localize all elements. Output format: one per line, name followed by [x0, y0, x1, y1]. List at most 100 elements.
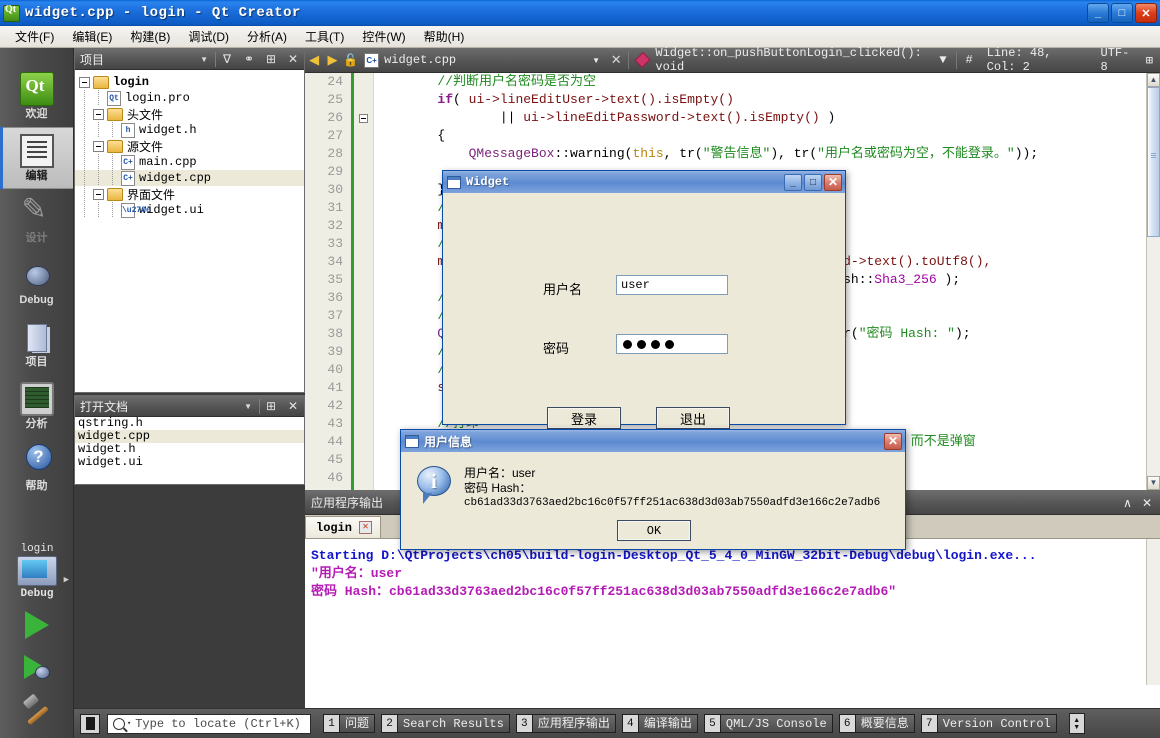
build-button[interactable] — [0, 688, 74, 730]
tree-item-headers[interactable]: 头文件 — [75, 106, 304, 123]
navigate-back-icon[interactable]: ◀ — [305, 52, 323, 68]
close-icon[interactable]: ✕ — [282, 52, 304, 66]
output-text[interactable]: Starting D:\QtProjects\ch05\build-login-… — [305, 539, 1160, 685]
kit-selector[interactable]: login ▶ Debug — [0, 543, 74, 604]
menu-file[interactable]: 文件(F) — [6, 26, 63, 47]
widget-dialog-titlebar[interactable]: Widget _ □ ✕ — [443, 171, 845, 193]
expander-icon[interactable] — [79, 76, 90, 88]
tree-item-sources[interactable]: 源文件 — [75, 138, 304, 155]
chevron-down-icon[interactable]: ▼ — [237, 402, 259, 411]
code-line[interactable]: { — [375, 127, 1146, 145]
output-button-search-results[interactable]: 2 Search Results — [381, 714, 510, 733]
mode-analyze[interactable]: 分析 — [0, 375, 73, 437]
close-button[interactable]: ✕ — [824, 173, 842, 191]
tree-item-login[interactable]: login — [75, 74, 304, 90]
close-icon[interactable]: ✕ — [282, 399, 304, 413]
menu-edit[interactable]: 编辑(E) — [63, 26, 121, 47]
output-tab-login[interactable]: login ✕ — [305, 516, 382, 538]
menu-analyze[interactable]: 分析(A) — [238, 26, 296, 47]
list-item[interactable]: widget.ui — [75, 456, 304, 469]
tree-item-main-cpp[interactable]: C+ main.cpp — [75, 154, 304, 170]
code-line[interactable]: if( ui->lineEditUser->text().isEmpty() — [375, 91, 1146, 109]
minimize-button[interactable]: _ — [1087, 3, 1109, 23]
symbol-chevron-down-icon[interactable]: ▼ — [932, 53, 953, 67]
project-tree[interactable]: login Qt login.pro 头文件 h widget.h 源文件 C+… — [75, 70, 304, 392]
tree-item-widget-cpp[interactable]: C+ widget.cpp — [75, 170, 304, 186]
editor-close-icon[interactable]: ✕ — [606, 52, 626, 68]
open-documents-list[interactable]: qstring.h widget.cpp widget.h widget.ui — [75, 417, 304, 484]
output-button-application-output[interactable]: 3 应用程序输出 — [515, 714, 616, 733]
username-input[interactable]: user — [616, 275, 728, 295]
mode-help[interactable]: 帮助 — [0, 437, 73, 499]
maximize-button[interactable]: □ — [1111, 3, 1133, 23]
password-input[interactable] — [616, 334, 728, 354]
locator-input[interactable]: ▾ Type to locate (Ctrl+K) — [107, 713, 311, 734]
menu-tools[interactable]: 工具(T) — [296, 26, 353, 47]
expander-icon[interactable] — [93, 108, 104, 120]
output-button-qmljs-console[interactable]: 5 QML/JS Console — [703, 714, 833, 733]
login-button[interactable]: 登录 — [547, 407, 621, 429]
encoding-indicator[interactable]: UTF-8 — [1094, 46, 1139, 74]
split-icon[interactable]: ⊞ — [260, 52, 282, 66]
scroll-down-arrow-icon[interactable]: ▼ — [1147, 476, 1160, 490]
mode-design[interactable]: 设计 — [0, 189, 73, 251]
spinner-up-icon[interactable]: ▲ — [1073, 717, 1080, 724]
expander-icon[interactable] — [93, 140, 104, 152]
ok-button[interactable]: OK — [617, 520, 691, 541]
widget-dialog[interactable]: Widget _ □ ✕ 用户名 user 密码 登录 退出 — [442, 170, 846, 429]
tree-item-login-pro[interactable]: Qt login.pro — [75, 90, 304, 106]
navigate-forward-icon[interactable]: ▶ — [323, 52, 341, 68]
split-icon[interactable]: ⊞ — [260, 399, 282, 413]
tree-item-widget-h[interactable]: h widget.h — [75, 122, 304, 138]
chevron-down-icon[interactable]: ▼ — [193, 55, 215, 64]
close-pane-icon[interactable]: ✕ — [1142, 496, 1152, 510]
output-button-general-messages[interactable]: 6 概要信息 — [838, 714, 915, 733]
minimize-pane-icon[interactable]: ∧ — [1123, 496, 1132, 510]
mode-welcome[interactable]: 欢迎 — [0, 65, 73, 127]
minimize-button[interactable]: _ — [784, 173, 802, 191]
split-editor-icon[interactable]: ⊞ — [1139, 53, 1160, 68]
output-button-version-control[interactable]: 7 Version Control — [920, 714, 1057, 733]
output-button-issues[interactable]: 1 问题 — [323, 714, 376, 733]
user-info-messagebox[interactable]: 用户信息 ✕ 用户名：user 密码 Hash： cb61ad33d3763ae… — [400, 429, 906, 550]
line-col-indicator[interactable]: Line: 48, Col: 2 — [980, 46, 1094, 74]
scroll-up-arrow-icon[interactable]: ▲ — [1147, 73, 1160, 87]
toggle-sidebar-icon[interactable] — [80, 713, 100, 734]
exit-button[interactable]: 退出 — [656, 407, 730, 429]
maximize-button[interactable]: □ — [804, 173, 822, 191]
menu-help[interactable]: 帮助(H) — [415, 26, 474, 47]
close-icon[interactable]: ✕ — [359, 521, 373, 534]
menu-debug[interactable]: 调试(D) — [179, 26, 238, 47]
menu-widgets[interactable]: 控件(W) — [353, 26, 414, 47]
code-line[interactable]: || ui->lineEditPassword->text().isEmpty(… — [375, 109, 1146, 127]
spinner-down-icon[interactable]: ▼ — [1073, 724, 1080, 731]
debug-button[interactable] — [0, 646, 74, 688]
fold-marker-icon[interactable] — [359, 114, 368, 123]
output-button-compile-output[interactable]: 4 编译输出 — [621, 714, 698, 733]
chevron-down-icon[interactable]: ▾ — [127, 719, 131, 728]
lock-icon[interactable]: 🔓 — [342, 53, 360, 67]
editor-file-combo[interactable]: C+ widget.cpp ▼ — [360, 52, 606, 68]
scroll-thumb[interactable] — [1147, 87, 1160, 237]
run-button[interactable] — [0, 604, 74, 646]
code-line[interactable]: QMessageBox::warning(this, tr("警告信息"), t… — [375, 145, 1146, 163]
output-vertical-scrollbar[interactable] — [1146, 539, 1160, 685]
editor-symbol-combo[interactable]: Widget::on_pushButtonLogin_clicked(): vo… — [631, 46, 932, 74]
mode-edit[interactable]: 编辑 — [0, 127, 73, 189]
messagebox-titlebar[interactable]: 用户信息 ✕ — [401, 430, 905, 452]
tree-item-forms[interactable]: 界面文件 — [75, 186, 304, 203]
close-button[interactable]: ✕ — [884, 432, 902, 450]
link-icon[interactable]: ⚭ — [238, 52, 260, 66]
code-line[interactable]: //判断用户名密码是否为空 — [375, 73, 1146, 91]
mode-debug[interactable]: Debug — [0, 251, 73, 313]
tree-item-widget-ui[interactable]: \u270e widget.ui — [75, 202, 304, 218]
output-pane-spinner[interactable]: ▲ ▼ — [1068, 713, 1085, 734]
chevron-down-icon[interactable]: ▼ — [456, 56, 606, 65]
editor-vertical-scrollbar[interactable]: ▲ ▼ — [1146, 73, 1160, 490]
filter-icon[interactable]: ∇ — [216, 52, 238, 66]
menu-build[interactable]: 构建(B) — [121, 26, 179, 47]
mode-projects[interactable]: 项目 — [0, 313, 73, 375]
expander-icon[interactable] — [93, 188, 104, 200]
close-button[interactable]: ✕ — [1135, 3, 1157, 23]
fold-column[interactable] — [354, 73, 374, 490]
